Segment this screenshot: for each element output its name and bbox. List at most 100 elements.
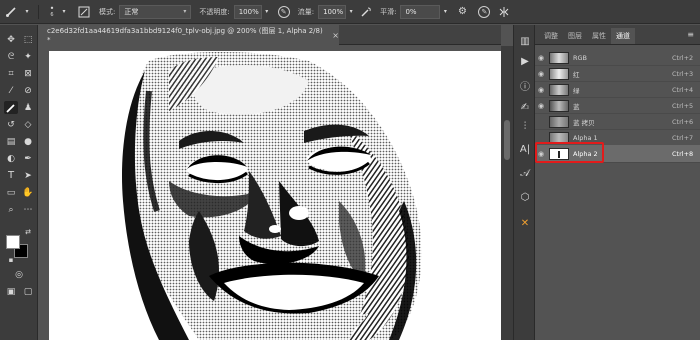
flow-value: 100% bbox=[323, 7, 344, 16]
scrollbar-thumb[interactable] bbox=[504, 120, 510, 160]
panel-menu-icon[interactable]: ≡ bbox=[687, 30, 694, 39]
smoothing-value: 0% bbox=[405, 7, 417, 16]
pressure-size-icon[interactable]: ✎ bbox=[478, 5, 491, 18]
opacity-input[interactable]: 100% bbox=[233, 4, 262, 19]
healing-brush-icon[interactable]: ⊘ bbox=[21, 84, 35, 97]
eye-icon[interactable]: ◉ bbox=[535, 98, 547, 114]
airbrush-icon[interactable] bbox=[358, 5, 374, 19]
default-colors-icon[interactable]: ▪ bbox=[4, 253, 18, 266]
magic-wand-icon[interactable]: ✦ bbox=[21, 50, 35, 63]
channel-row-rgb[interactable]: ◉ RGB Ctrl+2 bbox=[535, 50, 700, 66]
zoom-tool-icon[interactable]: ⌕ bbox=[4, 203, 18, 216]
eye-icon[interactable]: ◉ bbox=[535, 50, 547, 66]
screen-mode-icon[interactable]: ▣ bbox=[4, 285, 18, 298]
channel-name: Alpha 1 bbox=[573, 133, 598, 142]
channel-thumbnail bbox=[549, 51, 569, 64]
dodge-tool-icon[interactable]: ◐ bbox=[4, 152, 18, 165]
tab-properties[interactable]: 属性 bbox=[587, 28, 611, 44]
mode-select[interactable]: 正常 ▾ bbox=[119, 4, 192, 19]
eye-icon[interactable]: ◉ bbox=[535, 66, 547, 82]
symmetry-icon[interactable] bbox=[496, 5, 512, 19]
3d-cube-icon[interactable]: ⬡ bbox=[517, 189, 533, 205]
eye-icon[interactable]: ◉ bbox=[535, 82, 547, 98]
channel-shortcut: Ctrl+2 bbox=[672, 53, 694, 62]
shape-tool-icon[interactable]: ▭ bbox=[4, 186, 18, 199]
brush-tool-icon[interactable] bbox=[0, 5, 22, 19]
tab-layers[interactable]: 图层 bbox=[563, 28, 587, 44]
image-canvas[interactable] bbox=[49, 51, 501, 340]
pressure-opacity-icon[interactable]: ✎ bbox=[277, 5, 290, 18]
channel-shortcut: Ctrl+8 bbox=[672, 149, 694, 158]
flow-label: 流量: bbox=[297, 7, 315, 16]
brush-settings-icon[interactable]: ✍ bbox=[517, 99, 533, 115]
foreground-color-swatch[interactable] bbox=[6, 235, 20, 249]
type-tool-icon[interactable]: T bbox=[4, 169, 18, 182]
canvas-area[interactable] bbox=[39, 46, 501, 340]
gradient-tool-icon[interactable]: ▤ bbox=[4, 135, 18, 148]
more-tools-icon[interactable]: ⋯ bbox=[21, 203, 35, 216]
eraser-icon[interactable]: ◇ bbox=[21, 118, 35, 131]
hand-tool-icon[interactable]: ✋ bbox=[21, 186, 35, 199]
brush-settings-panel-icon[interactable] bbox=[75, 5, 93, 19]
separator bbox=[38, 4, 39, 19]
pen-tool-icon[interactable]: ✒ bbox=[21, 152, 35, 165]
mode-value: 正常 bbox=[124, 7, 139, 16]
opacity-caret-icon[interactable]: ▾ bbox=[262, 5, 272, 19]
eye-hidden-icon[interactable] bbox=[535, 114, 547, 130]
brush-size-picker[interactable]: • 6 bbox=[45, 4, 59, 19]
blur-tool-icon[interactable]: ● bbox=[21, 135, 35, 148]
tool-preset-dropdown-icon[interactable]: ▾ bbox=[22, 5, 32, 19]
tab-channels[interactable]: 通道 bbox=[611, 28, 635, 44]
glyphs-icon[interactable]: 𝒜 bbox=[517, 165, 533, 181]
swap-colors-icon[interactable]: ⇄ bbox=[21, 225, 35, 238]
close-icon[interactable]: × bbox=[332, 31, 339, 40]
chevron-down-icon: ▾ bbox=[183, 7, 187, 15]
adjustment-sliders-icon[interactable]: ⫶ bbox=[517, 118, 533, 134]
path-selection-icon[interactable]: ➤ bbox=[21, 169, 35, 182]
channel-shortcut: Ctrl+6 bbox=[672, 117, 694, 126]
history-brush-icon[interactable]: ↺ bbox=[4, 118, 18, 131]
tools-x-icon[interactable]: ✕ bbox=[517, 215, 533, 231]
document-tab[interactable]: c2e6d32fd1aa44619dfa3a1bbd9124f0_tplv-ob… bbox=[39, 25, 339, 45]
quick-mask-icon[interactable]: ◎ bbox=[12, 268, 26, 281]
channel-shortcut: Ctrl+3 bbox=[672, 69, 694, 78]
channel-shortcut: Ctrl+4 bbox=[672, 85, 694, 94]
actions-play-icon[interactable]: ▶ bbox=[517, 53, 533, 69]
frame-tool-icon[interactable]: ⊠ bbox=[21, 67, 35, 80]
stamp-tool-icon[interactable]: ♟ bbox=[21, 101, 35, 114]
channel-thumbnail bbox=[549, 67, 569, 80]
brush-tool-icon[interactable] bbox=[4, 101, 18, 114]
lasso-tool-icon[interactable]: ᘓ bbox=[4, 50, 18, 63]
character-panel-icon[interactable]: A| bbox=[517, 141, 533, 157]
channel-row-red[interactable]: ◉ 红 Ctrl+3 bbox=[535, 66, 700, 82]
marquee-tool-icon[interactable]: ⬚ bbox=[21, 33, 35, 46]
channel-row-blue-copy[interactable]: 蓝 拷贝 Ctrl+6 bbox=[535, 114, 700, 130]
channel-name: RGB bbox=[573, 53, 588, 62]
screen-mode-alt-icon[interactable]: ▢ bbox=[21, 285, 35, 298]
smoothing-caret-icon[interactable]: ▾ bbox=[440, 5, 450, 19]
brush-picker-caret-icon[interactable]: ▾ bbox=[59, 5, 69, 19]
channel-shortcut: Ctrl+7 bbox=[672, 133, 694, 142]
move-tool-icon[interactable]: ✥ bbox=[4, 33, 18, 46]
tab-adjustments[interactable]: 调整 bbox=[539, 28, 563, 44]
channel-shortcut: Ctrl+5 bbox=[672, 101, 694, 110]
highlight-annotation-box bbox=[535, 142, 604, 163]
channel-name: 蓝 拷贝 bbox=[573, 118, 595, 127]
channel-thumbnail bbox=[549, 99, 569, 112]
channel-thumbnail bbox=[549, 115, 569, 128]
smoothing-input[interactable]: 0% bbox=[400, 4, 441, 19]
flow-input[interactable]: 100% bbox=[318, 4, 347, 19]
eyedropper-icon[interactable]: ⁄ bbox=[4, 84, 18, 97]
crop-tool-icon[interactable]: ⌗ bbox=[4, 67, 18, 80]
flow-caret-icon[interactable]: ▾ bbox=[346, 5, 356, 19]
photoshop-window: ▾ • 6 ▾ 模式: 正常 ▾ 不透明度: 100% ▾ ✎ 流量: 100%… bbox=[0, 0, 700, 340]
vertical-scrollbar[interactable] bbox=[501, 46, 513, 340]
channels-panel: 调整 图层 属性 通道 ≡ ◉ RGB Ctrl+2 ◉ 红 Ctrl+3 ◉ … bbox=[535, 25, 700, 340]
channel-thumbnail bbox=[549, 83, 569, 96]
history-panel-icon[interactable]: ▥ bbox=[517, 33, 533, 49]
opacity-value: 100% bbox=[238, 7, 259, 16]
channel-row-blue[interactable]: ◉ 蓝 Ctrl+5 bbox=[535, 98, 700, 114]
info-icon[interactable]: ⓘ bbox=[517, 77, 533, 93]
channel-row-green[interactable]: ◉ 绿 Ctrl+4 bbox=[535, 82, 700, 98]
gear-icon[interactable]: ⚙ bbox=[454, 5, 470, 19]
